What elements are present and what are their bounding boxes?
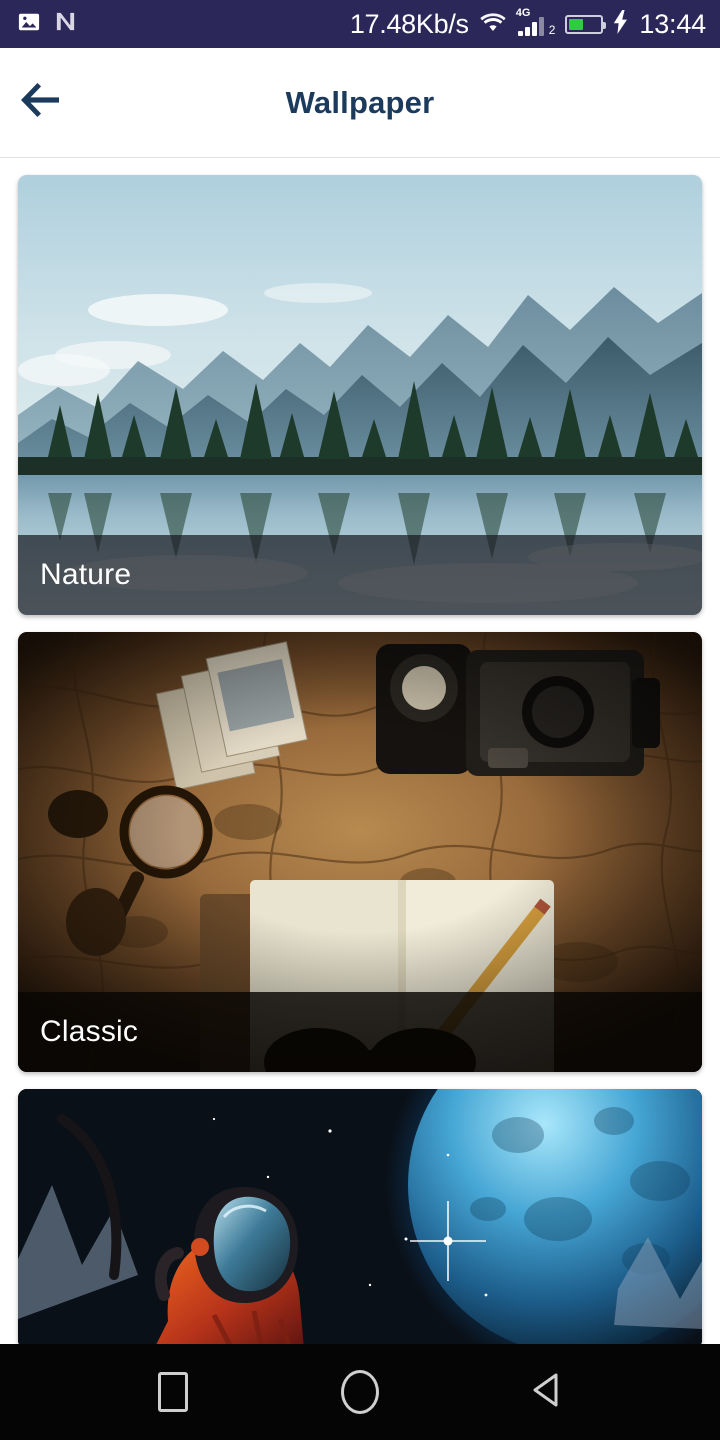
network-speed-text: 17.48Kb/s xyxy=(349,8,469,39)
triangle-left-icon xyxy=(525,1368,569,1417)
header-back-button[interactable] xyxy=(0,48,84,158)
status-bar-left-icons xyxy=(18,10,77,38)
status-bar: 17.48Kb/s 4G 2 13:44 xyxy=(0,0,720,48)
page-title: Wallpaper xyxy=(285,84,435,120)
wallpaper-card-label: Nature xyxy=(40,558,132,591)
wallpaper-card-caption: Nature xyxy=(18,535,702,615)
phone-screen: 17.48Kb/s 4G 2 13:44 Wallpaper Nature Cl… xyxy=(0,0,720,1440)
app-header: Wallpaper xyxy=(0,48,720,158)
wallpaper-card-space[interactable] xyxy=(18,1089,702,1344)
battery-fill-level xyxy=(569,18,583,30)
android-navigation-bar xyxy=(0,1344,720,1440)
wallpaper-card-nature[interactable]: Nature xyxy=(18,175,702,615)
status-bar-right-cluster: 17.48Kb/s 4G 2 13:44 xyxy=(349,7,706,39)
wallpaper-category-list: Nature Classic xyxy=(0,158,720,1344)
wallpaper-card-label: Classic xyxy=(40,1015,139,1048)
wallpaper-card-caption: Classic xyxy=(18,992,702,1072)
battery-icon xyxy=(565,14,607,34)
wifi-icon xyxy=(479,11,507,38)
back-arrow-icon xyxy=(19,81,65,124)
recents-button[interactable] xyxy=(135,1354,211,1430)
network-type-label: 4G xyxy=(515,7,531,19)
astronaut-blue-planet-space-art xyxy=(18,1089,702,1344)
square-icon xyxy=(158,1372,189,1412)
back-button[interactable] xyxy=(509,1354,585,1430)
wallpaper-card-classic[interactable]: Classic xyxy=(18,632,702,1072)
home-button[interactable] xyxy=(322,1354,398,1430)
screenshot-image-icon xyxy=(18,11,40,38)
circle-icon xyxy=(340,1370,379,1414)
cellular-signal-icon: 4G 2 xyxy=(515,7,556,37)
sim-slot-label: 2 xyxy=(548,23,556,37)
lightning-bolt-icon xyxy=(613,9,629,39)
clock-text: 13:44 xyxy=(639,8,706,39)
nova-launcher-icon xyxy=(54,10,77,38)
